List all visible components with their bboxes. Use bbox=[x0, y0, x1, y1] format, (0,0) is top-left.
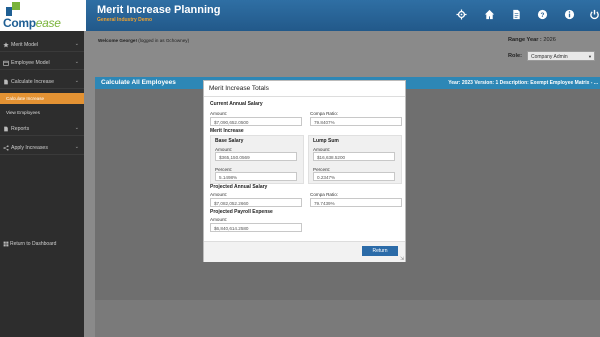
document-icon[interactable] bbox=[511, 9, 522, 20]
sidebar-subitem-calculate-increase[interactable]: Calculate Increase bbox=[0, 93, 84, 104]
sidebar-subitem-view-employees[interactable]: View Employees bbox=[0, 107, 84, 118]
sidebar-item-apply-increases[interactable]: Apply Increases ⌄ bbox=[0, 141, 84, 155]
base-amount-field: $365,150.0569 bbox=[215, 152, 297, 161]
range-year: Range Year : 2026 bbox=[508, 37, 556, 43]
logo-mark-icon bbox=[6, 2, 20, 16]
sidebar-item-merit-model[interactable]: Merit Model ⌄ bbox=[0, 38, 84, 52]
app-subtitle: General Industry Demo bbox=[97, 17, 153, 23]
lump-sum-title: Lump Sum bbox=[313, 138, 339, 144]
payroll-amount-label: Amount: bbox=[210, 217, 228, 222]
home-icon[interactable] bbox=[484, 9, 495, 20]
projected-compa-field: 79.7439% bbox=[310, 198, 402, 207]
lump-amount-field: $16,638.5200 bbox=[313, 152, 395, 161]
chevron-down-icon: ▼ bbox=[588, 54, 592, 59]
star-icon bbox=[3, 42, 9, 48]
sidebar-item-calculate-increase[interactable]: Calculate Increase ⌄ bbox=[0, 75, 84, 89]
projected-amount-label: Amount: bbox=[210, 192, 228, 197]
role-select[interactable]: Company Admin ▼ bbox=[527, 51, 595, 61]
payroll-amount-field: $6,840,614.2580 bbox=[210, 223, 302, 232]
app-title: Merit Increase Planning bbox=[97, 4, 221, 16]
info-icon[interactable] bbox=[564, 9, 575, 20]
calendar-icon bbox=[3, 60, 9, 66]
compease-logo[interactable]: Compease bbox=[0, 0, 86, 31]
resize-handle-icon[interactable]: ⇲ bbox=[400, 256, 404, 262]
divider bbox=[204, 96, 405, 97]
return-to-dashboard-link[interactable]: Return to Dashboard bbox=[0, 238, 84, 250]
page-footer bbox=[95, 300, 600, 337]
document-icon bbox=[4, 126, 8, 132]
merit-totals-modal: Merit Increase Totals Current Annual Sal… bbox=[203, 80, 406, 262]
document-icon bbox=[4, 79, 8, 85]
sidebar-item-reports[interactable]: Reports ⌄ bbox=[0, 122, 84, 136]
current-amount-label: Amount: bbox=[210, 111, 228, 116]
modal-title: Merit Increase Totals bbox=[209, 85, 269, 92]
welcome-message: Welcome George! (logged in as Gchowney) bbox=[98, 38, 190, 43]
gear-icon[interactable] bbox=[456, 9, 467, 20]
sidebar-item-employee-model[interactable]: Employee Model ⌄ bbox=[0, 56, 84, 70]
chevron-down-icon: ⌄ bbox=[74, 78, 79, 84]
current-compa-field: 79.8407% bbox=[310, 117, 402, 126]
dashboard-icon bbox=[3, 241, 9, 247]
chevron-down-icon: ⌄ bbox=[74, 41, 79, 47]
app-header: Compease Merit Increase Planning General… bbox=[0, 0, 600, 31]
merit-increase-title: Merit Increase bbox=[210, 128, 244, 134]
base-percent-field: 5.1498% bbox=[215, 172, 297, 181]
logo-text: Compease bbox=[3, 16, 61, 30]
current-compa-label: Compa Ratio: bbox=[310, 111, 339, 116]
svg-text:?: ? bbox=[541, 12, 545, 19]
projected-compa-label: Compa Ratio: bbox=[310, 192, 339, 197]
current-amount-field: $7,090,652.0500 bbox=[210, 117, 302, 126]
share-icon bbox=[3, 145, 9, 151]
power-icon[interactable] bbox=[589, 9, 600, 20]
chevron-down-icon: ⌄ bbox=[74, 59, 79, 65]
chevron-down-icon: ⌄ bbox=[74, 144, 79, 150]
role-label: Role: bbox=[508, 53, 522, 59]
base-salary-title: Base Salary bbox=[215, 138, 244, 144]
chevron-down-icon: ⌄ bbox=[74, 125, 79, 131]
projected-salary-title: Projected Annual Salary bbox=[210, 184, 268, 190]
help-icon[interactable]: ? bbox=[537, 9, 548, 20]
projected-payroll-title: Projected Payroll Expense bbox=[210, 209, 273, 215]
return-button[interactable]: Return bbox=[362, 246, 398, 256]
projected-amount-field: $7,082,052.2660 bbox=[210, 198, 302, 207]
lump-percent-field: 0.2347% bbox=[313, 172, 395, 181]
current-salary-title: Current Annual Salary bbox=[210, 101, 263, 107]
